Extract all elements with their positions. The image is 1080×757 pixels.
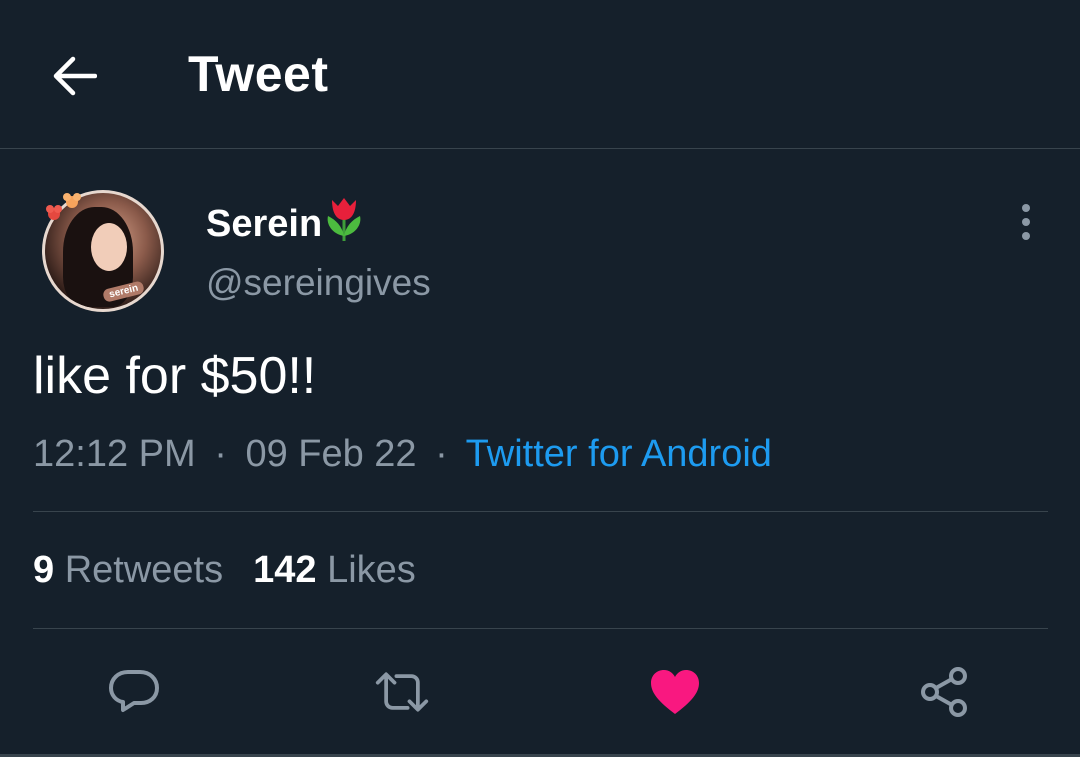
more-vertical-icon (1022, 204, 1030, 240)
tweet-metadata: 12:12 PM · 09 Feb 22 · Twitter for Andro… (33, 430, 772, 478)
share-button[interactable] (916, 664, 972, 720)
divider (33, 628, 1048, 629)
tweet-date: 09 Feb 22 (245, 433, 417, 475)
like-button[interactable] (647, 664, 703, 720)
likes-stat[interactable]: 142 Likes (253, 549, 416, 591)
likes-count: 142 (253, 549, 317, 591)
tweet-source-link[interactable]: Twitter for Android (466, 433, 772, 475)
reply-button[interactable] (106, 664, 162, 720)
meta-separator: · (214, 433, 227, 475)
retweets-count: 9 (33, 549, 55, 591)
share-icon (921, 667, 967, 717)
tweet-time: 12:12 PM (33, 433, 196, 475)
author-name[interactable]: Serein (206, 196, 366, 248)
retweet-icon (375, 672, 429, 712)
reply-icon (109, 670, 159, 712)
retweet-button[interactable] (374, 664, 430, 720)
author-handle[interactable]: @sereingives (206, 260, 431, 306)
tulip-emoji (327, 198, 361, 241)
like-icon (651, 670, 699, 714)
top-app-bar: Tweet (0, 0, 1080, 149)
author-display-name: Serein (206, 203, 323, 245)
retweets-stat[interactable]: 9 Retweets (33, 549, 223, 591)
tweet-stats: 9 Retweets 142 Likes (33, 546, 416, 594)
meta-separator: · (435, 433, 448, 475)
arrow-left-icon (53, 56, 97, 96)
page-title: Tweet (188, 46, 329, 102)
flower-sticker-icon (46, 193, 81, 220)
retweets-label: Retweets (64, 549, 224, 591)
avatar-face (91, 223, 127, 271)
more-options-button[interactable] (1006, 198, 1046, 246)
likes-label: Likes (327, 549, 416, 591)
divider (33, 511, 1048, 512)
tweet-text: like for $50!! (33, 347, 317, 405)
back-button[interactable] (50, 52, 98, 100)
